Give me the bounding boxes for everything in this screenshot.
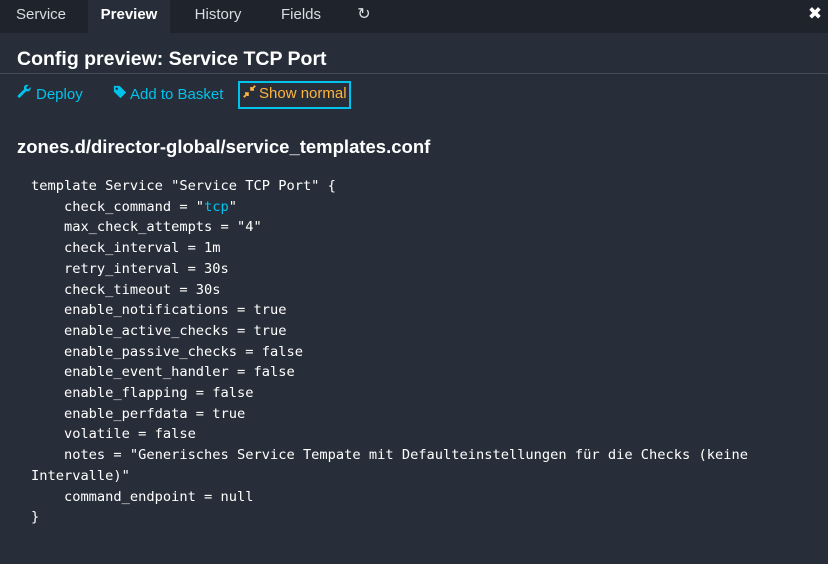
code-line: check_interval = 1m — [31, 240, 221, 257]
deploy-link[interactable]: Deploy — [17, 84, 83, 106]
code-line: check_timeout = 30s — [31, 281, 221, 298]
check-command-value: tcp — [204, 198, 229, 215]
code-line: volatile = false — [31, 426, 196, 443]
config-code-block: template Service "Service TCP Port" { ch… — [31, 176, 748, 528]
file-path-heading: zones.d/director-global/service_template… — [17, 136, 431, 157]
code-line: enable_notifications = true — [31, 302, 287, 319]
show-normal-button[interactable]: Show normal — [238, 81, 351, 109]
tab-service[interactable]: Service — [0, 0, 82, 33]
refresh-icon[interactable]: ↻ — [343, 0, 385, 33]
deploy-label: Deploy — [36, 86, 83, 103]
title-divider — [0, 73, 828, 74]
code-line: enable_flapping = false — [31, 385, 254, 402]
code-line: } — [31, 509, 40, 526]
add-to-basket-label: Add to Basket — [130, 86, 224, 103]
tag-icon — [113, 84, 127, 106]
code-line: notes = "Generisches Service Tempate mit… — [31, 447, 748, 464]
tab-bar: Service Preview History Fields ↻ ✖ — [0, 0, 828, 33]
code-line: check_command = "tcp" — [31, 199, 237, 215]
tab-preview[interactable]: Preview — [88, 0, 170, 33]
code-text: " — [228, 198, 238, 215]
code-line: command_endpoint = null — [31, 488, 254, 505]
collapse-arrows-icon — [243, 83, 256, 105]
wrench-icon — [17, 84, 32, 106]
code-line: enable_event_handler = false — [31, 364, 295, 381]
code-line: enable_perfdata = true — [31, 405, 246, 422]
code-text: check_command = " — [31, 198, 205, 215]
code-line: retry_interval = 30s — [31, 260, 229, 277]
add-to-basket-link[interactable]: Add to Basket — [113, 84, 223, 106]
tab-fields[interactable]: Fields — [266, 0, 336, 33]
code-line: enable_active_checks = true — [31, 322, 287, 339]
action-bar: Deploy Add to Basket Show normal — [0, 81, 828, 109]
close-icon[interactable]: ✖ — [806, 4, 824, 24]
show-normal-label: Show normal — [259, 85, 347, 102]
code-line: Intervalle)" — [31, 467, 130, 484]
page-title: Config preview: Service TCP Port — [17, 48, 327, 70]
code-line: max_check_attempts = "4" — [31, 219, 262, 236]
code-line: template Service "Service TCP Port" { — [31, 178, 336, 194]
code-line: enable_passive_checks = false — [31, 343, 303, 360]
tab-history[interactable]: History — [176, 0, 260, 33]
